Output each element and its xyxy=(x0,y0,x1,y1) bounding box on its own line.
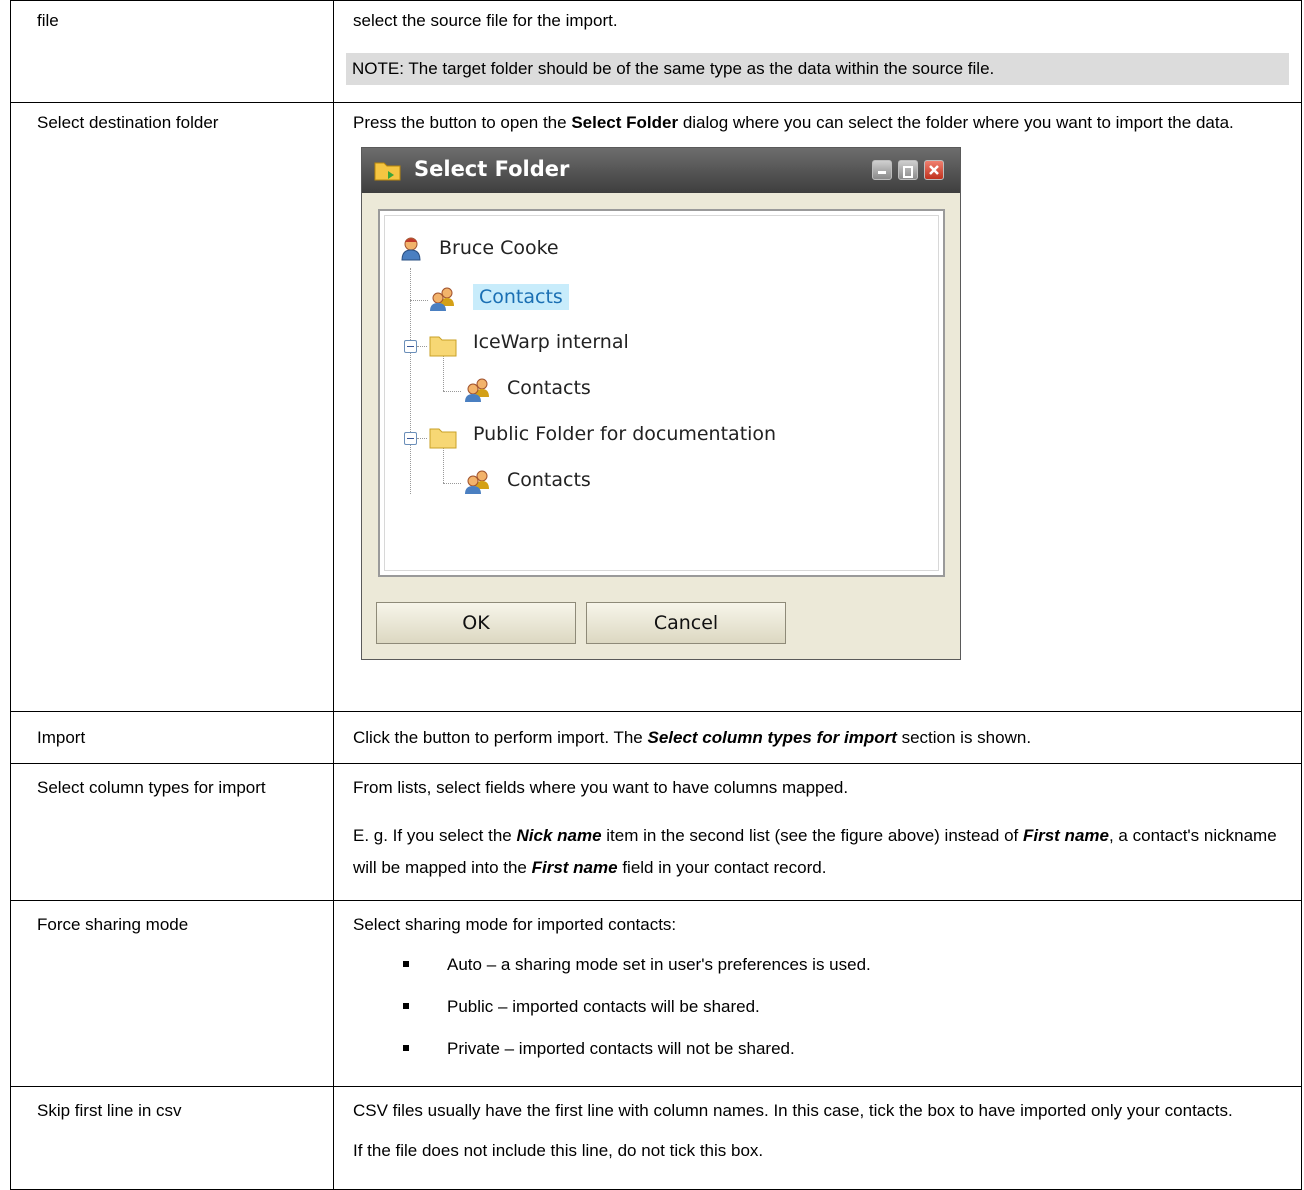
folder-icon xyxy=(429,428,457,449)
option-desc-cell: Select sharing mode for imported contact… xyxy=(333,900,1302,1087)
maximize-button[interactable] xyxy=(898,160,918,180)
option-label: Force sharing mode xyxy=(37,915,189,934)
option-description: Click the button to perform import. The … xyxy=(353,728,1032,747)
option-label: file xyxy=(37,11,59,30)
document-page: file select the source file for the impo… xyxy=(10,0,1304,1190)
close-icon xyxy=(929,165,939,175)
tree-item-folder[interactable]: Public Folder for documentation xyxy=(473,421,776,447)
option-label: Skip first line in csv xyxy=(37,1101,182,1120)
cancel-button[interactable]: Cancel xyxy=(586,602,786,644)
collapse-icon[interactable] xyxy=(404,432,417,445)
tree-item-contacts[interactable]: Contacts xyxy=(473,284,569,310)
option-description: CSV files usually have the first line wi… xyxy=(353,1101,1233,1120)
table-row: Skip first line in csv CSV files usually… xyxy=(10,1086,1302,1190)
option-label: Import xyxy=(37,728,86,747)
tree-item-root[interactable]: Bruce Cooke xyxy=(439,235,559,261)
dialog-titlebar[interactable]: Select Folder xyxy=(362,148,960,193)
options-table: file select the source file for the impo… xyxy=(10,0,1302,1190)
list-item: Auto – a sharing mode set in user's pref… xyxy=(403,953,1289,977)
note-box: NOTE: The target folder should be of the… xyxy=(346,53,1289,85)
option-desc-cell: Press the button to open the Select Fold… xyxy=(333,102,1302,712)
option-label-cell: Select column types for import xyxy=(10,763,334,901)
option-description: If the file does not include this line, … xyxy=(353,1141,764,1160)
minimize-button[interactable] xyxy=(872,160,892,180)
table-row: Import Click the button to perform impor… xyxy=(10,711,1302,764)
dialog-title: Select Folder xyxy=(414,157,570,181)
contacts-icon xyxy=(465,378,489,402)
folder-tree: Bruce Cooke Contacts IceWarp internal Co… xyxy=(378,209,945,577)
option-label-cell: Select destination folder xyxy=(10,102,334,712)
tree-item-contacts[interactable]: Contacts xyxy=(507,467,591,493)
table-row: Select column types for import From list… xyxy=(10,763,1302,901)
list-item: Private – imported contacts will not be … xyxy=(403,1037,1289,1061)
option-description: E. g. If you select the Nick name item i… xyxy=(353,826,1277,877)
option-desc-cell: CSV files usually have the first line wi… xyxy=(333,1086,1302,1190)
option-desc-cell: From lists, select fields where you want… xyxy=(333,763,1302,901)
option-label-cell: Force sharing mode xyxy=(10,900,334,1087)
option-label-cell: Skip first line in csv xyxy=(10,1086,334,1190)
option-desc-cell: select the source file for the import. N… xyxy=(333,0,1302,103)
user-icon xyxy=(401,237,421,261)
option-description: select the source file for the import. xyxy=(353,11,618,30)
select-folder-dialog: Select Folder Bruce Cooke Contacts IceWa… xyxy=(361,147,961,660)
option-description: Select sharing mode for imported contact… xyxy=(353,915,677,934)
table-row: Force sharing mode Select sharing mode f… xyxy=(10,900,1302,1087)
sharing-mode-list: Auto – a sharing mode set in user's pref… xyxy=(353,953,1289,1061)
folder-icon xyxy=(429,336,457,357)
contacts-icon xyxy=(465,470,489,494)
option-label: Select column types for import xyxy=(37,778,266,797)
option-label-cell: Import xyxy=(10,711,334,764)
contacts-icon xyxy=(430,287,454,311)
tree-item-folder[interactable]: IceWarp internal xyxy=(473,329,629,355)
option-description: From lists, select fields where you want… xyxy=(353,778,849,797)
ok-button[interactable]: OK xyxy=(376,602,576,644)
table-row: Select destination folder Press the butt… xyxy=(10,102,1302,712)
tree-item-contacts[interactable]: Contacts xyxy=(507,375,591,401)
folder-icon xyxy=(374,162,401,181)
close-button[interactable] xyxy=(924,160,944,180)
table-row: file select the source file for the impo… xyxy=(10,0,1302,103)
list-item: Public – imported contacts will be share… xyxy=(403,995,1289,1019)
option-description: Press the button to open the Select Fold… xyxy=(353,113,1234,132)
option-desc-cell: Click the button to perform import. The … xyxy=(333,711,1302,764)
option-label-cell: file xyxy=(10,0,334,103)
option-label: Select destination folder xyxy=(37,113,219,132)
collapse-icon[interactable] xyxy=(404,340,417,353)
